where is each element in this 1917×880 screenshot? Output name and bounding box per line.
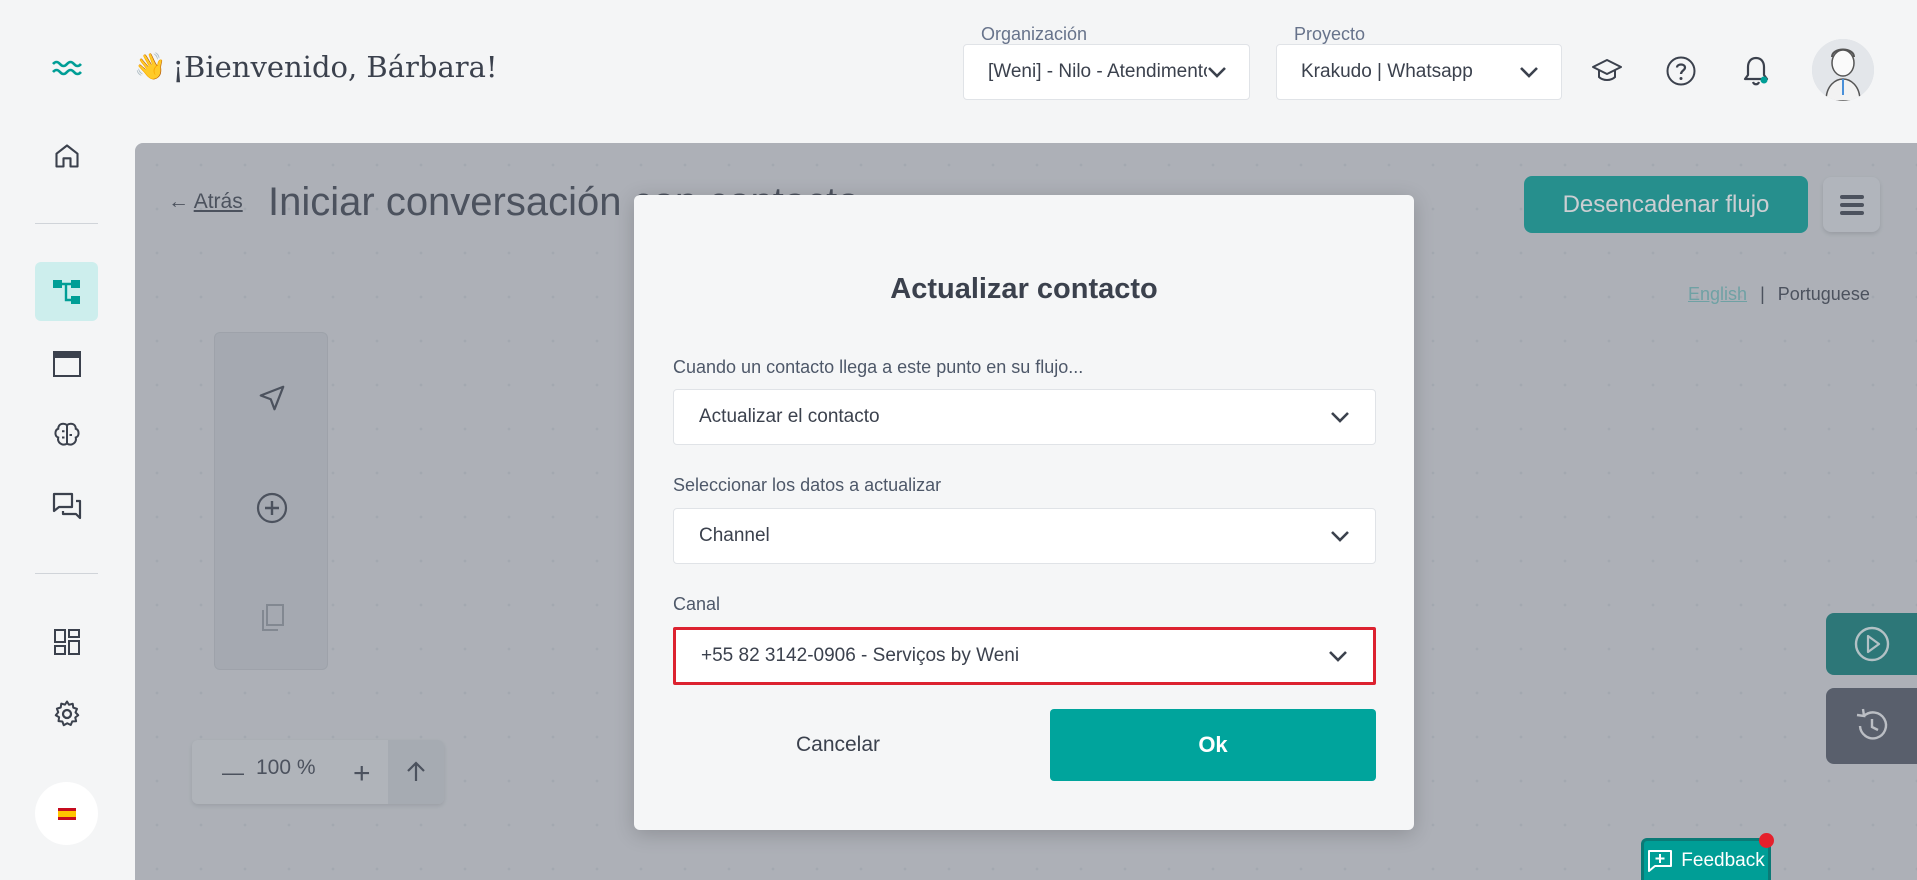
project-label: Proyecto [1294, 24, 1366, 44]
brain-icon[interactable] [35, 405, 98, 464]
chevron-down-icon [1208, 67, 1226, 78]
welcome-greeting: 👋 ¡Bienvenido, Bárbara! [134, 50, 498, 84]
action-label: Cuando un contacto llega a este punto en… [673, 357, 1084, 377]
chevron-down-icon [1331, 412, 1349, 423]
bell-icon[interactable] [1731, 46, 1781, 96]
action-value: Actualizar el contacto [699, 406, 880, 427]
sidebar-divider [35, 223, 98, 224]
feedback-label: Feedback [1681, 849, 1765, 871]
action-select[interactable]: Actualizar el contacto [673, 389, 1376, 445]
notification-dot [1759, 833, 1774, 848]
waving-hand-icon: 👋 [134, 52, 167, 82]
channel-label: Canal [673, 594, 721, 614]
welcome-text: ¡Bienvenido, Bárbara! [172, 50, 498, 84]
chevron-down-icon [1331, 531, 1349, 542]
org-value: [Weni] - Nilo - Atendimento [988, 61, 1207, 82]
gear-icon[interactable] [35, 684, 98, 743]
modal-title: Actualizar contacto [890, 273, 1158, 305]
weni-logo-icon[interactable] [35, 38, 98, 97]
spain-flag-icon [57, 807, 76, 820]
channel-value: +55 82 3142-0906 - Serviços by Weni [701, 645, 1020, 666]
project-select[interactable]: Krakudo | Whatsapp [1276, 44, 1562, 100]
chevron-down-icon [1520, 67, 1538, 78]
dashboard-icon[interactable] [35, 612, 98, 671]
project-value: Krakudo | Whatsapp [1301, 61, 1473, 82]
feedback-icon [1648, 849, 1673, 872]
window-icon[interactable] [35, 334, 98, 393]
cancel-button[interactable]: Cancelar [673, 709, 1003, 781]
data-field-select[interactable]: Channel [673, 508, 1376, 564]
chevron-down-icon [1329, 651, 1347, 662]
sidebar-divider [35, 573, 98, 574]
help-icon[interactable] [1656, 46, 1706, 96]
graduation-cap-icon[interactable] [1582, 46, 1632, 96]
org-label: Organización [981, 24, 1088, 44]
language-switch[interactable] [35, 782, 98, 845]
flows-icon[interactable] [35, 262, 98, 321]
avatar[interactable] [1812, 39, 1874, 101]
data-field-label: Seleccionar los datos a actualizar [673, 475, 942, 495]
sidebar [0, 0, 134, 880]
update-contact-modal: Actualizar contacto Cuando un contacto l… [634, 195, 1414, 830]
home-icon[interactable] [35, 126, 98, 185]
org-select[interactable]: [Weni] - Nilo - Atendimento [963, 44, 1250, 100]
chat-icon[interactable] [35, 476, 98, 535]
data-field-value: Channel [699, 525, 770, 546]
feedback-button[interactable]: Feedback [1641, 838, 1771, 880]
ok-button[interactable]: Ok [1050, 709, 1376, 781]
channel-select[interactable]: +55 82 3142-0906 - Serviços by Weni [673, 627, 1376, 685]
